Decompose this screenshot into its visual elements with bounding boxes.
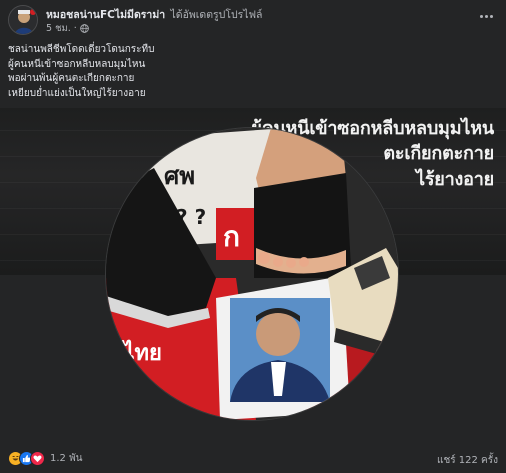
post-meta: 5 ชม. · xyxy=(46,21,89,36)
caption-line: พอผ่านพ้นผู้คนตะเกียกตะกาย xyxy=(8,73,135,84)
post-header: หมอชลน่านFCไม่มีดราม่า ได้อัพเดตรูปโปรไฟ… xyxy=(8,5,498,35)
author-name[interactable]: หมอชลน่านFCไม่มีดราม่า xyxy=(46,9,165,21)
cover-text-line: ไร้ยางอาย xyxy=(415,169,494,190)
caption-line: เหยียบย่ำแย่งเป็นใหญ่ไร้ยางอาย xyxy=(8,87,146,99)
banner-text: ลไทย xyxy=(110,339,162,366)
post-action: ได้อัพเดตรูปโปรไฟล์ xyxy=(170,9,263,21)
reaction-count[interactable]: 1.2 พัน xyxy=(50,451,83,466)
caption-line: ชลน่านพลีชีพโดดเดี่ยวโดนกระทืบ xyxy=(8,44,155,55)
love-icon xyxy=(30,451,45,466)
facebook-post: หมอชลน่านFCไม่มีดราม่า ได้อัพเดตรูปโปรไฟ… xyxy=(0,0,506,473)
author-avatar[interactable] xyxy=(8,5,38,35)
profile-update-media[interactable]: ผู้คนหนีเข้าซอกหลีบหลบมุมไหน ตะเกียกตะกา… xyxy=(0,108,506,443)
post-footer: 1.2 พัน แชร์ 122 ครั้ง xyxy=(8,449,498,469)
poster-text: ก xyxy=(223,220,240,253)
post-time[interactable]: 5 ชม. xyxy=(46,21,71,36)
profile-photo[interactable]: ศพ ? ? ก ลไทย xyxy=(106,128,398,420)
share-count[interactable]: แชร์ 122 ครั้ง xyxy=(437,453,498,468)
caption-line: ผู้คนหนีเข้าซอกหลีบหลบมุมไหน xyxy=(8,58,146,70)
cover-text-line: ตะเกียกตะกาย xyxy=(383,143,494,164)
more-options-button[interactable] xyxy=(476,9,496,23)
post-caption: ชลน่านพลีชีพโดดเดี่ยวโดนกระทืบ ผู้คนหนีเ… xyxy=(8,43,488,101)
globe-icon xyxy=(80,24,89,33)
reactions-summary[interactable]: 1.2 พัน xyxy=(8,451,83,466)
sign-text: ศพ xyxy=(164,162,195,190)
